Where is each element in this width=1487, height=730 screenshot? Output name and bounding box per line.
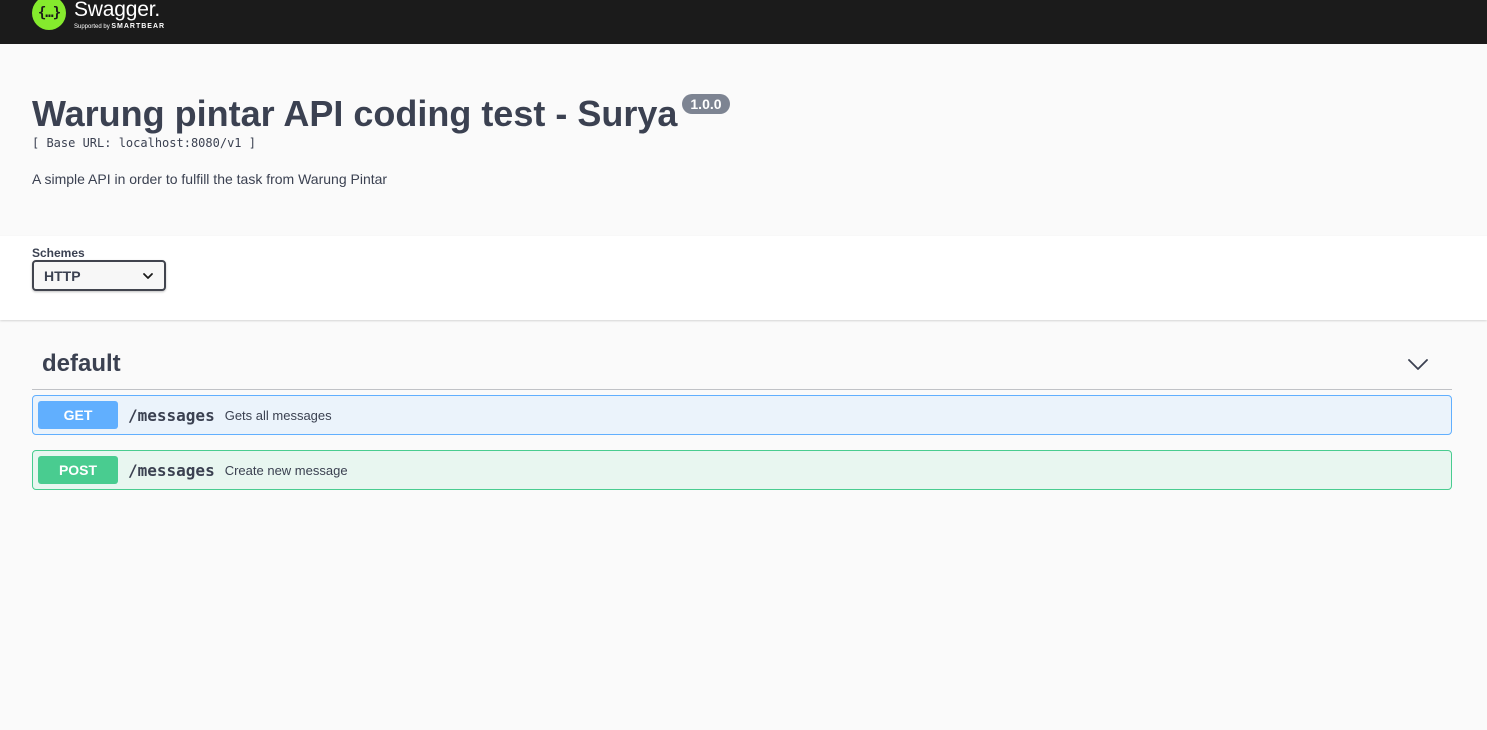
schemes-selected-value: HTTP bbox=[44, 267, 81, 284]
operation-summary: Create new message bbox=[224, 462, 348, 478]
chevron-down-icon[interactable] bbox=[1408, 354, 1428, 374]
title-wrap: Warung pintar API coding test - Surya 1.… bbox=[32, 93, 730, 135]
api-description: A simple API in order to fulfill the tas… bbox=[32, 171, 388, 187]
operation-post-messages[interactable]: POST /messages Create new message bbox=[32, 450, 1452, 490]
operation-path: /messages bbox=[128, 405, 215, 425]
operation-get-messages[interactable]: GET /messages Gets all messages bbox=[32, 395, 1452, 435]
swagger-logo-icon: {…} bbox=[32, 0, 66, 30]
version-badge: 1.0.0 bbox=[682, 94, 730, 114]
method-badge-get: GET bbox=[38, 401, 118, 429]
schemes-label: Schemes bbox=[32, 246, 85, 260]
operation-path: /messages bbox=[128, 460, 215, 480]
operation-summary: Gets all messages bbox=[224, 407, 332, 423]
tag-name: default bbox=[42, 350, 121, 377]
schemes-select[interactable]: HTTP bbox=[32, 260, 166, 291]
logo-subtitle: Supported by SMARTBEAR bbox=[74, 23, 165, 31]
chevron-down-icon bbox=[143, 272, 153, 279]
swagger-logo[interactable]: {…} Swagger. Supported by SMARTBEAR bbox=[32, 0, 199, 31]
logo-sub-brand: SMARTBEAR bbox=[111, 23, 166, 30]
api-info: Warung pintar API coding test - Surya 1.… bbox=[0, 44, 1487, 236]
api-title: Warung pintar API coding test - Surya bbox=[32, 93, 678, 134]
logo-text: Swagger. Supported by SMARTBEAR bbox=[74, 0, 199, 31]
base-url: [ Base URL: localhost:8080/v1 ] bbox=[32, 136, 256, 150]
topbar: {…} Swagger. Supported by SMARTBEAR bbox=[0, 0, 1487, 44]
operations-section: default GET /messages Gets all messages … bbox=[32, 320, 1452, 490]
tag-header-default[interactable]: default bbox=[32, 320, 1452, 390]
logo-name: Swagger. bbox=[74, 0, 160, 21]
logo-sub-prefix: Supported by bbox=[74, 24, 112, 30]
method-badge-post: POST bbox=[38, 456, 118, 484]
schemes-bar: Schemes HTTP bbox=[0, 236, 1487, 320]
